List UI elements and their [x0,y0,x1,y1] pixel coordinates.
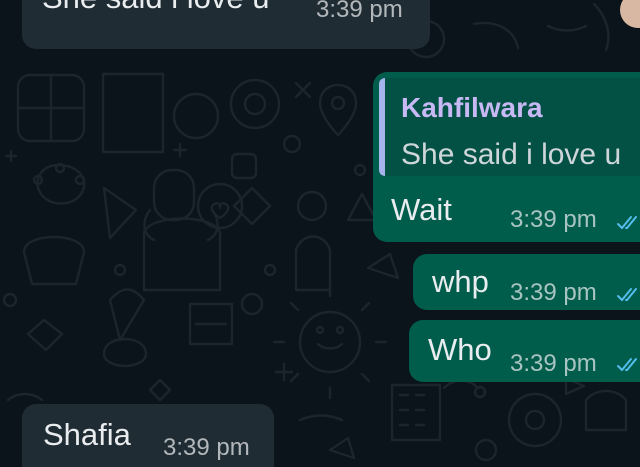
double-check-icon [617,358,637,371]
message-bubble-outgoing[interactable]: Who 3:39 pm [409,320,640,382]
message-time: 3:39 pm [510,279,597,306]
message-bubble-outgoing[interactable]: whp 3:39 pm [413,254,640,310]
message-text: Wait [391,192,452,227]
quoted-message[interactable]: Kahfilwara She said i love u [379,78,640,176]
quoted-author: Kahfilwara [401,92,543,123]
message-time: 3:39 pm [510,206,597,233]
chat-screen: She said i love u 3:39 pm Kahfilwara She… [0,0,640,467]
message-bubble-incoming[interactable]: She said i love u 3:39 pm [22,0,430,49]
message-bubble-outgoing-reply[interactable]: Kahfilwara She said i love u Wait 3:39 p… [373,72,640,242]
message-time: 3:39 pm [316,0,403,23]
message-time: 3:39 pm [510,350,597,377]
message-text: whp [432,264,489,299]
double-check-icon [617,288,637,301]
message-text: She said i love u [42,0,269,16]
message-time: 3:39 pm [163,434,250,461]
quoted-text: She said i love u [401,138,622,171]
quote-bar [379,78,385,176]
message-bubble-incoming[interactable]: Shafia 3:39 pm [22,404,274,467]
message-text: Who [428,332,492,367]
double-check-icon [617,216,637,229]
message-text: Shafia [43,417,131,452]
